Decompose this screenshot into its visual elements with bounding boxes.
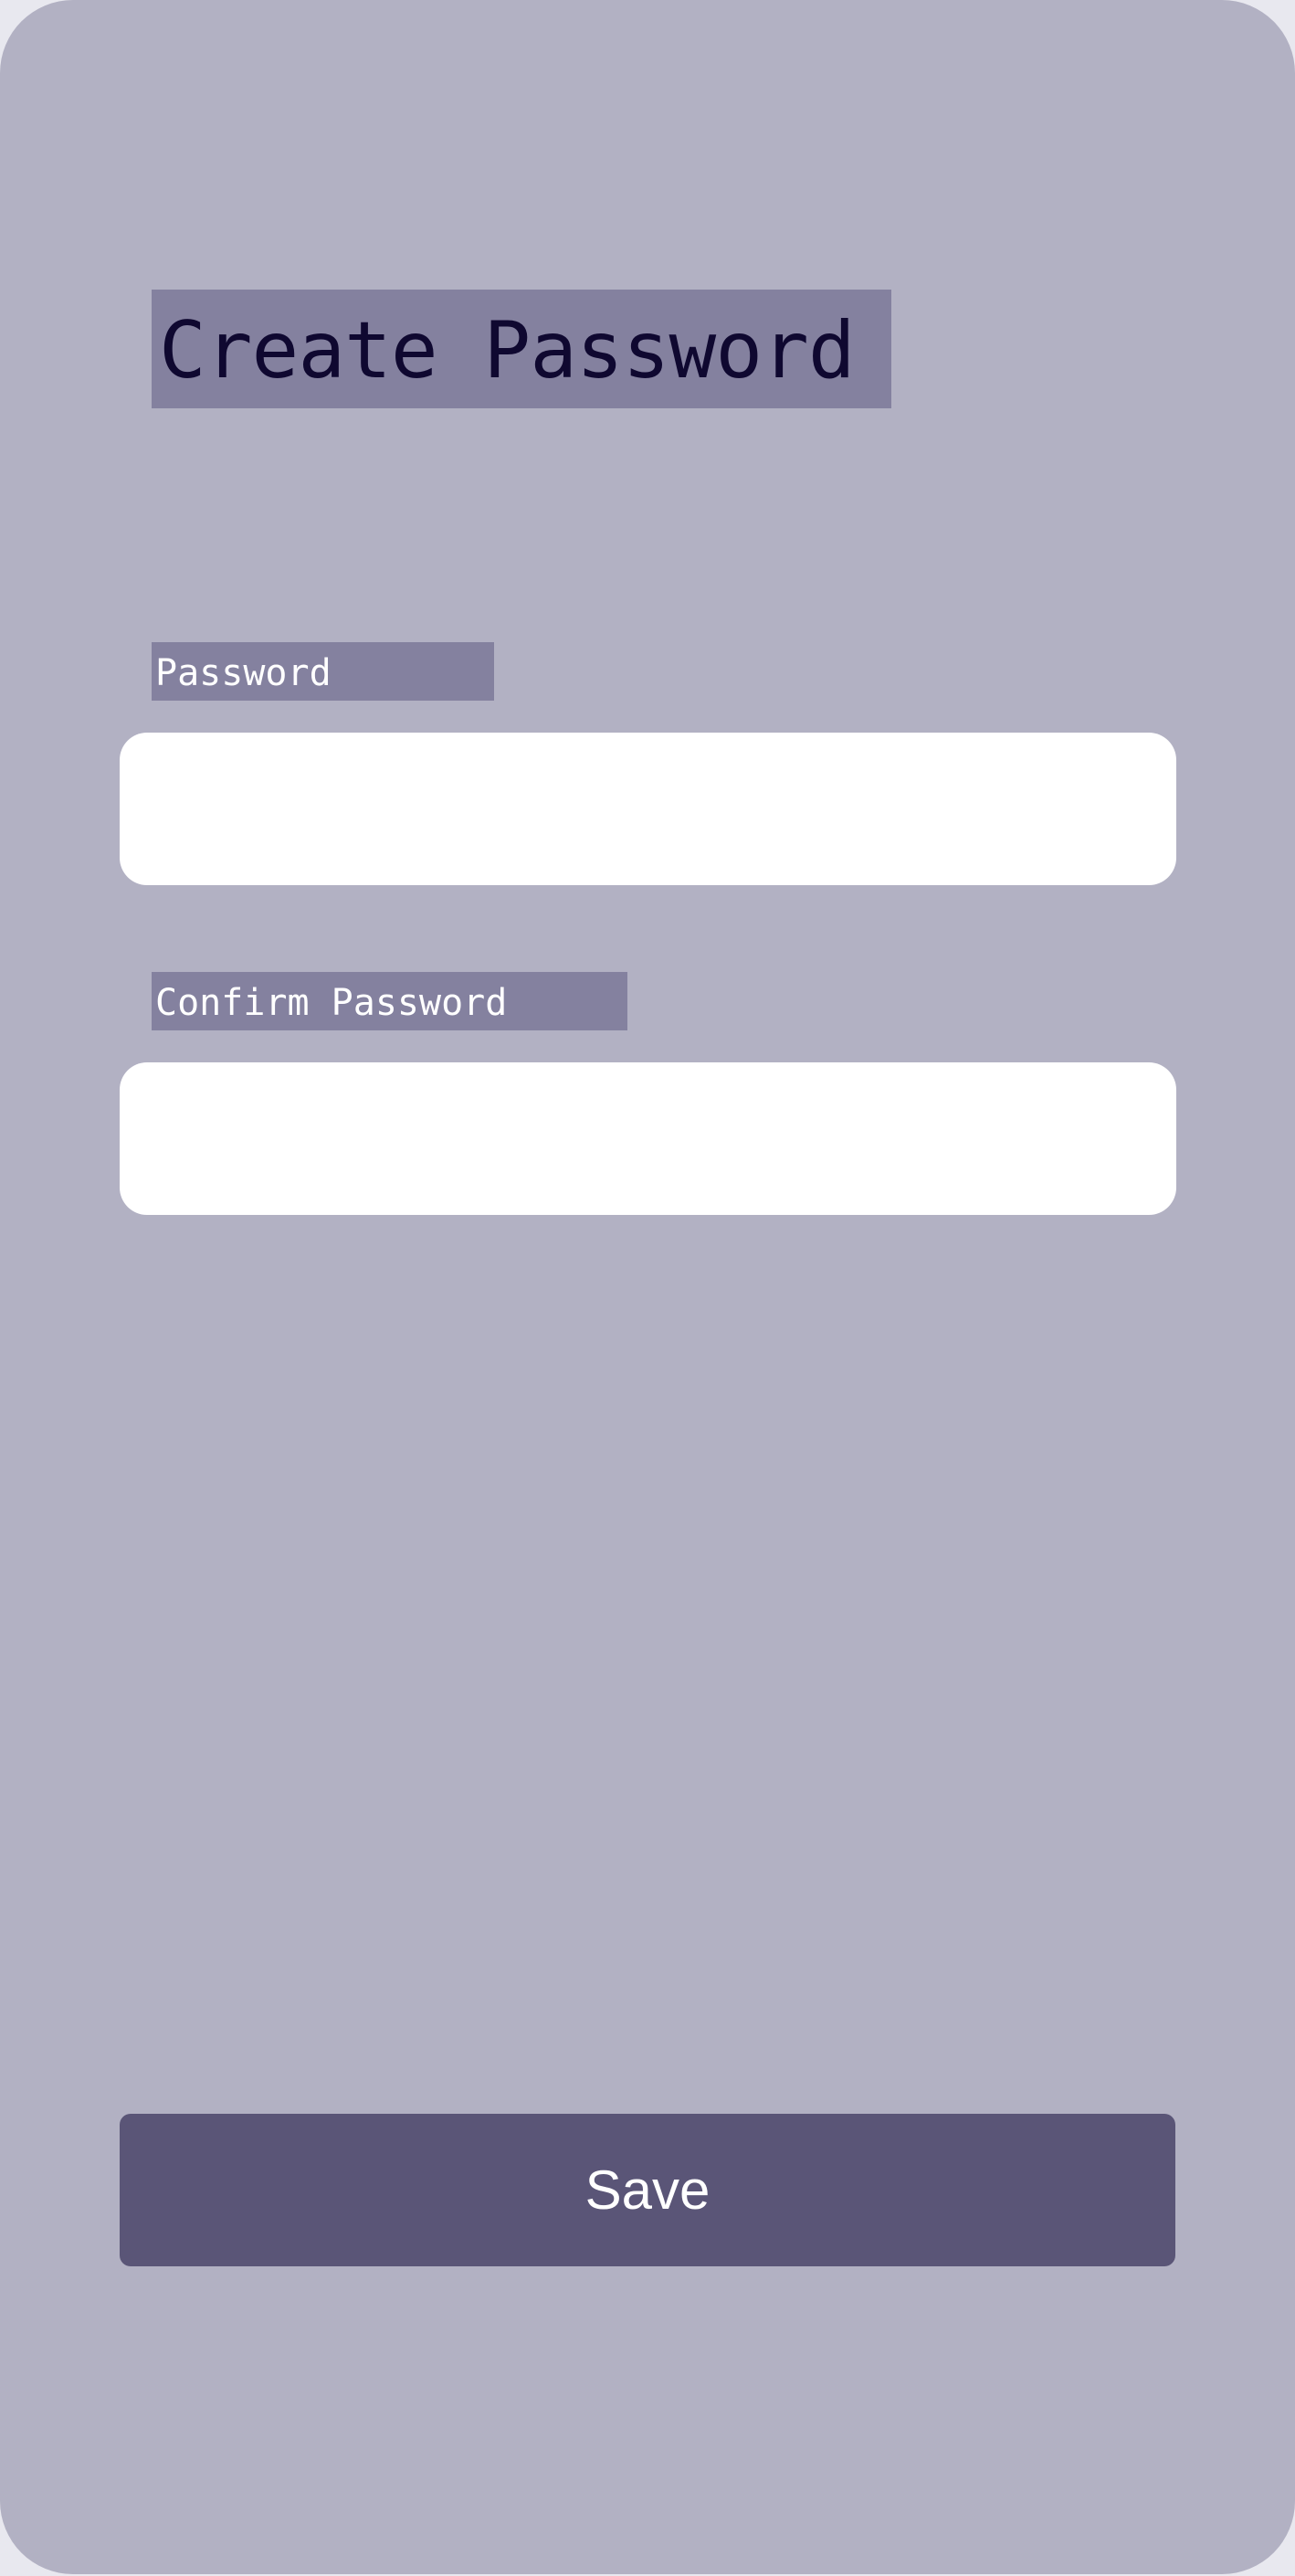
password-label: Password [152, 642, 494, 701]
create-password-screen: Create Password Password Confirm Passwor… [0, 0, 1295, 2574]
page-title: Create Password [152, 290, 891, 408]
confirm-password-field[interactable] [120, 1062, 1176, 1215]
password-field[interactable] [120, 733, 1176, 885]
save-button[interactable]: Save [120, 2114, 1175, 2266]
confirm-password-label: Confirm Password [152, 972, 627, 1030]
